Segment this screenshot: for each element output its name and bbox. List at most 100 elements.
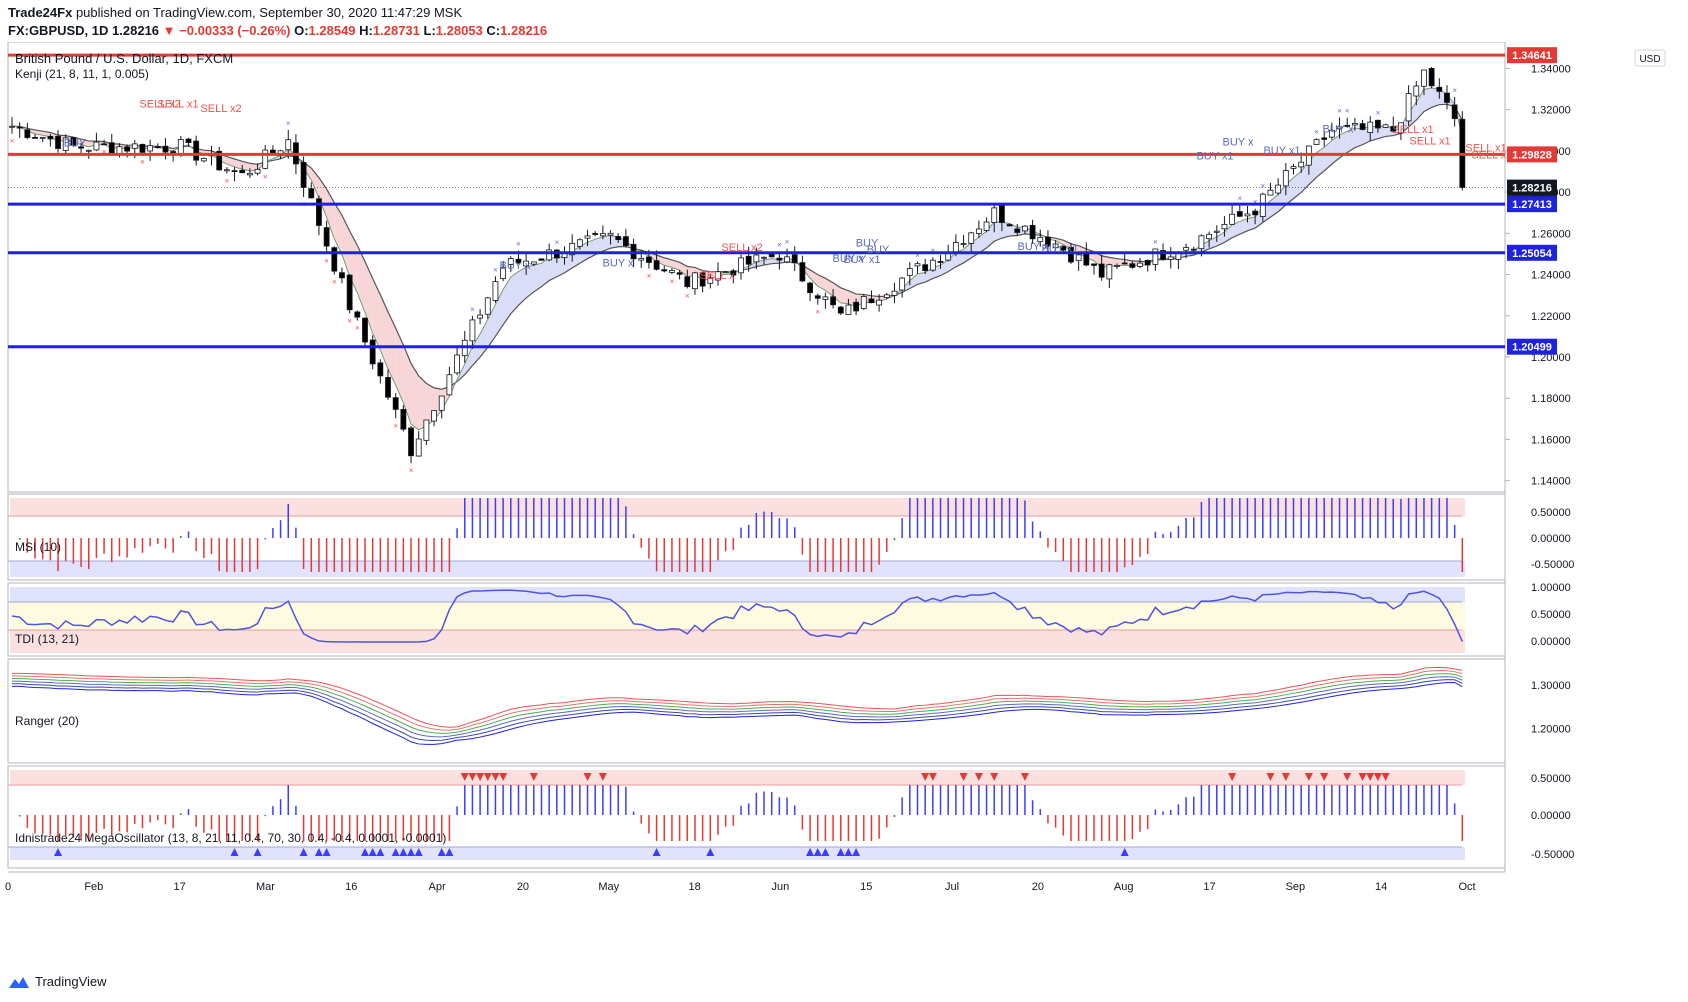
candle xyxy=(16,126,23,129)
candle xyxy=(223,169,230,172)
ranger-title: Ranger (20) xyxy=(15,714,79,728)
price-badge-label: 1.28216 xyxy=(1512,183,1552,195)
candle xyxy=(646,256,652,263)
time-tick-label: 17 xyxy=(1203,881,1215,893)
candle xyxy=(1321,137,1328,140)
candle xyxy=(784,256,790,263)
pane-titles: British Pound / U.S. Dollar, 1D, FXCM Ke… xyxy=(15,49,1666,845)
candle xyxy=(1183,247,1189,251)
candle xyxy=(830,296,836,306)
candle xyxy=(1313,139,1320,145)
buy-marker: × xyxy=(1314,127,1319,136)
candle xyxy=(177,139,184,154)
candle xyxy=(469,319,476,342)
sell-marker: × xyxy=(393,421,398,430)
candle xyxy=(1252,210,1259,216)
candle xyxy=(1137,262,1143,267)
msi-pane[interactable] xyxy=(8,498,1465,577)
kenji-cloud-segment xyxy=(372,278,381,351)
candle xyxy=(999,204,1005,223)
candle xyxy=(1121,262,1128,265)
sell-marker: × xyxy=(263,172,268,181)
candle xyxy=(983,221,990,231)
sell-marker: × xyxy=(225,176,230,185)
candle xyxy=(676,272,683,275)
buy-marker: × xyxy=(1153,238,1158,247)
candle xyxy=(400,409,407,430)
candle xyxy=(1413,85,1420,97)
candle xyxy=(1428,68,1435,87)
candle xyxy=(308,188,315,199)
candle xyxy=(39,136,46,139)
tradingview-brand[interactable]: TradingView xyxy=(35,974,107,989)
candle xyxy=(108,142,115,155)
candle xyxy=(661,269,668,272)
sell-marker: × xyxy=(10,137,15,146)
oscillator-zone xyxy=(10,561,1465,577)
candle xyxy=(362,317,368,343)
tdi-title: TDI (13, 21) xyxy=(15,632,79,646)
candle xyxy=(538,258,545,261)
time-tick-label: 20 xyxy=(517,881,529,893)
time-tick-label: Jun xyxy=(772,881,790,893)
chart-area[interactable]: ××××××××××××××××××××××××××××××××××SELL x… xyxy=(0,42,1688,972)
signal-label: SELL x xyxy=(699,270,735,282)
megaoscillator-pane[interactable] xyxy=(8,770,1465,860)
buy-marker: × xyxy=(286,119,291,128)
candle xyxy=(446,374,453,396)
candle xyxy=(139,144,146,153)
tdi-pane[interactable] xyxy=(8,587,1465,653)
candle xyxy=(860,295,867,310)
candle xyxy=(1106,264,1113,280)
signal-label: BUY x1 xyxy=(1041,243,1078,255)
publisher-name[interactable]: Trade24Fx xyxy=(8,5,72,20)
main-price-pane[interactable]: ××××××××××××××××××××××××××××××××××SELL x… xyxy=(8,53,1513,475)
price-tick-label: 1.14000 xyxy=(1531,476,1571,488)
oscillator-zone xyxy=(10,847,1465,860)
signal-label: SELL x1 xyxy=(1409,136,1450,148)
candle xyxy=(1022,225,1028,232)
sell-marker: × xyxy=(647,272,652,281)
buy-marker: × xyxy=(777,240,782,249)
oscillator-tick-label: -0.50000 xyxy=(1531,559,1574,571)
price-tick-label: 1.24000 xyxy=(1531,270,1571,282)
candle xyxy=(93,141,100,151)
oscillator-tick-label: 0.50000 xyxy=(1531,609,1571,621)
time-tick-label: 18 xyxy=(688,881,700,893)
candle xyxy=(300,161,307,188)
signal-label: SELL x2 xyxy=(721,242,762,254)
candle xyxy=(1229,213,1236,225)
candle xyxy=(876,299,883,306)
candle xyxy=(891,290,898,296)
candle xyxy=(1221,223,1228,230)
time-tick-label: Jul xyxy=(945,881,959,893)
buy-marker: × xyxy=(1452,86,1457,95)
time-tick-label: 14 xyxy=(1375,881,1387,893)
price-tick-label: 1.26000 xyxy=(1531,228,1571,240)
candle xyxy=(576,239,583,247)
kenji-cloud-segment xyxy=(380,294,389,370)
candle xyxy=(9,125,15,128)
time-tick-label: Mar xyxy=(256,881,275,893)
oscillator-tick-label: 0.50000 xyxy=(1531,507,1571,519)
candle xyxy=(200,158,207,162)
candle xyxy=(1129,263,1136,268)
sell-marker: × xyxy=(670,277,675,286)
candle xyxy=(1006,224,1013,227)
candle xyxy=(408,427,414,457)
candle xyxy=(960,243,967,245)
candle xyxy=(807,282,813,294)
buy-marker: × xyxy=(1237,194,1242,203)
signal-label: SELL x1 xyxy=(157,98,198,110)
ranger-pane[interactable] xyxy=(11,666,1463,745)
time-tick-label: May xyxy=(598,881,619,893)
buy-marker: × xyxy=(1345,107,1350,116)
candle xyxy=(906,268,913,276)
candle xyxy=(1375,119,1381,129)
candle xyxy=(1359,123,1366,130)
signal-label: BUY xyxy=(64,137,87,149)
candle xyxy=(814,295,821,299)
candle xyxy=(131,143,138,149)
price-tick-label: 1.22000 xyxy=(1531,311,1571,323)
candle xyxy=(638,258,645,261)
